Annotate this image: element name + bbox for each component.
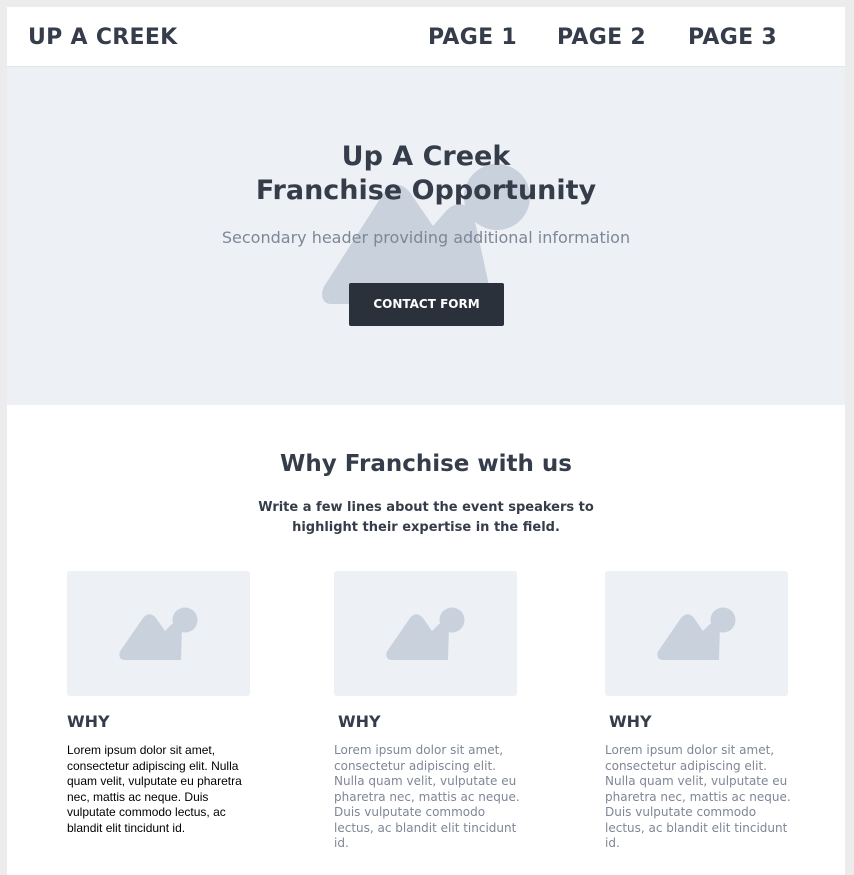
hero-title-line-2: Franchise Opportunity [255, 175, 597, 206]
contact-form-button[interactable]: CONTACT FORM [349, 283, 504, 326]
features-title: Why Franchise with us [280, 451, 572, 477]
card-text: Lorem ipsum dolor sit amet, consectetur … [67, 743, 242, 835]
image-placeholder-icon [386, 607, 465, 660]
feature-card: WHY Lorem ipsum dolor sit amet, consecte… [67, 571, 257, 836]
card-text: Lorem ipsum dolor sit amet, consectetur … [605, 743, 791, 850]
card-title: WHY [67, 712, 110, 731]
hero-section: Up A Creek Franchise Opportunity Seconda… [7, 67, 845, 405]
page: UP A CREEK PAGE 1 PAGE 2 PAGE 3 Up A Cre… [7, 7, 845, 875]
nav-link-page-1[interactable]: PAGE 1 [428, 24, 517, 52]
card-image-placeholder [67, 571, 250, 696]
card-title: WHY [609, 712, 652, 731]
feature-card: WHY Lorem ipsum dolor sit amet, consecte… [334, 571, 524, 852]
nav-link-page-3[interactable]: PAGE 3 [688, 24, 777, 52]
feature-card: WHY Lorem ipsum dolor sit amet, consecte… [605, 571, 795, 852]
card-image-placeholder [605, 571, 788, 696]
hero-subtitle: Secondary header providing additional in… [221, 228, 631, 247]
image-placeholder-icon [657, 607, 736, 660]
hero-title-line-1: Up A Creek [341, 141, 511, 172]
card-title: WHY [338, 712, 381, 731]
features-description: Write a few lines about the event speake… [258, 500, 594, 535]
nav-link-page-2[interactable]: PAGE 2 [557, 24, 646, 52]
brand-logo[interactable]: UP A CREEK [28, 24, 178, 52]
card-image-placeholder [334, 571, 517, 696]
top-navbar: UP A CREEK PAGE 1 PAGE 2 PAGE 3 [7, 7, 845, 67]
image-placeholder-icon [119, 607, 198, 660]
card-text: Lorem ipsum dolor sit amet, consectetur … [334, 743, 520, 850]
hero-title: Up A Creek Franchise Opportunity [7, 140, 845, 208]
